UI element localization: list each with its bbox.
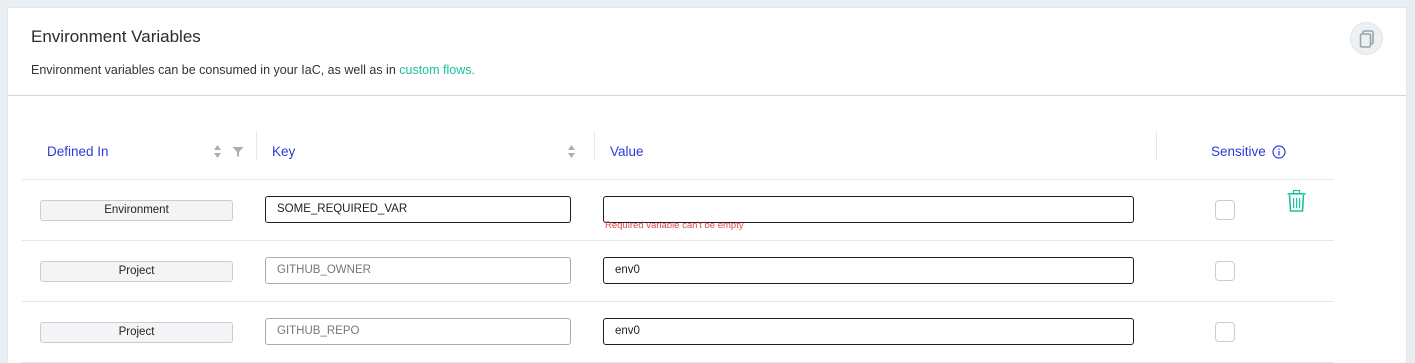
sensitive-checkbox[interactable] — [1215, 322, 1235, 342]
key-input[interactable]: GITHUB_REPO — [265, 318, 571, 345]
row-divider — [22, 301, 1334, 302]
defined-in-badge: Project — [40, 261, 233, 282]
column-header-key[interactable]: Key — [272, 144, 295, 159]
error-message: Required variable can't be empty — [605, 220, 744, 231]
value-input[interactable]: env0 — [603, 257, 1134, 284]
column-separator — [1156, 131, 1157, 161]
subtitle-text: Environment variables can be consumed in… — [31, 63, 396, 77]
page-subtitle: Environment variables can be consumed in… — [31, 63, 475, 77]
defined-in-badge: Project — [40, 322, 233, 343]
value-input[interactable] — [603, 196, 1134, 223]
copy-button[interactable] — [1350, 22, 1383, 55]
key-input[interactable]: SOME_REQUIRED_VAR — [265, 196, 571, 223]
custom-flows-link[interactable]: custom flows. — [399, 63, 475, 77]
column-header-value: Value — [610, 144, 644, 159]
card-header: Environment Variables Environment variab… — [8, 8, 1406, 96]
column-separator — [594, 131, 595, 161]
sort-icon[interactable] — [213, 144, 222, 159]
trash-icon[interactable] — [1287, 190, 1306, 212]
environment-variables-card: Environment Variables Environment variab… — [7, 7, 1407, 363]
sensitive-checkbox[interactable] — [1215, 261, 1235, 281]
row-divider — [22, 179, 1334, 180]
sensitive-checkbox[interactable] — [1215, 200, 1235, 220]
info-icon[interactable] — [1272, 145, 1286, 159]
column-separator — [256, 131, 257, 161]
row-divider — [22, 240, 1334, 241]
defined-in-badge: Environment — [40, 200, 233, 221]
key-input[interactable]: GITHUB_OWNER — [265, 257, 571, 284]
column-header-defined-in[interactable]: Defined In — [47, 144, 109, 159]
value-input[interactable]: env0 — [603, 318, 1134, 345]
filter-icon[interactable] — [232, 146, 244, 158]
sort-icon[interactable] — [567, 144, 576, 159]
page-title: Environment Variables — [31, 27, 201, 46]
copy-icon — [1359, 29, 1374, 48]
column-header-sensitive: Sensitive — [1211, 144, 1266, 159]
